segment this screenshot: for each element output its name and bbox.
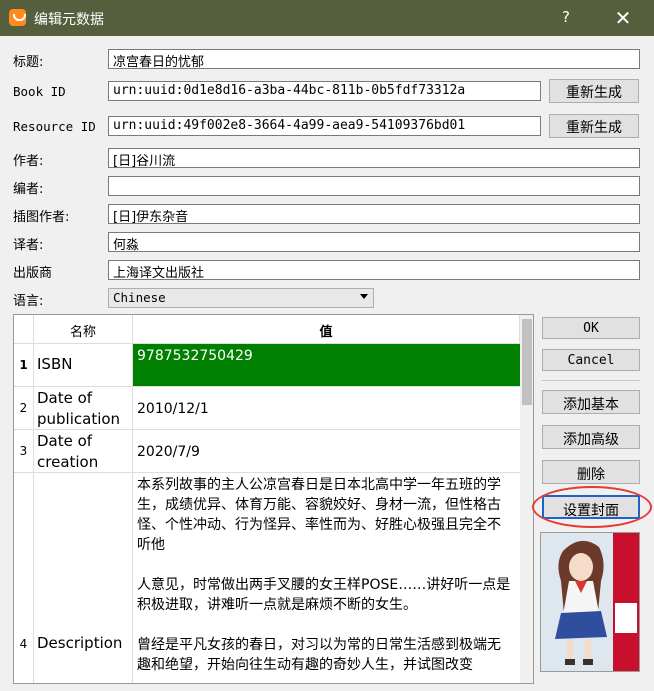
scrollbar-thumb[interactable] <box>522 319 532 405</box>
language-label: 语言: <box>13 294 44 309</box>
language-value: Chinese <box>113 290 166 305</box>
metadata-table[interactable]: 名称 值 1 ISBN 9787532750429 2 Date of publ… <box>13 314 534 684</box>
column-header-name[interactable]: 名称 <box>34 315 133 344</box>
add-basic-button[interactable]: 添加基本 <box>542 390 640 414</box>
row-number: 2 <box>14 387 34 429</box>
title-bar: 编辑元数据 ? ✕ <box>0 0 654 36</box>
row-number: 4 <box>14 473 34 683</box>
cover-thumbnail <box>540 532 640 672</box>
chevron-down-icon <box>360 294 368 299</box>
row-name[interactable]: Date of creation <box>34 430 133 472</box>
table-row[interactable]: 1 ISBN 9787532750429 <box>14 344 520 387</box>
description-paragraph: 曾经是平凡女孩的春日，对习以为常的日常生活感到极端无趣和绝望，开始向往生动有趣的… <box>137 637 501 673</box>
table-row[interactable]: 2 Date of publication 2010/12/1 <box>14 387 520 430</box>
column-header-value[interactable]: 值 <box>133 315 520 344</box>
publisher-label: 出版商 <box>13 266 53 281</box>
description-paragraph: 人意见，时常做出两手叉腰的女王样POSE……讲好听一点是积极进取，讲难听一点就是… <box>137 577 511 613</box>
illustrator-field[interactable]: [日]伊东杂音 <box>108 204 640 224</box>
help-button[interactable]: ? <box>556 8 576 26</box>
row-name[interactable]: ISBN <box>34 344 133 386</box>
cancel-button[interactable]: Cancel <box>542 349 640 371</box>
language-select[interactable]: Chinese <box>108 288 374 308</box>
translator-field[interactable]: 何淼 <box>108 232 640 252</box>
resource-id-field[interactable]: urn:uuid:49f002e8-3664-4a99-aea9-5410937… <box>108 116 541 136</box>
table-header: 名称 值 <box>14 315 520 344</box>
row-value[interactable]: 2010/12/1 <box>133 387 520 429</box>
add-advanced-button[interactable]: 添加高级 <box>542 425 640 449</box>
app-icon <box>9 9 26 26</box>
resource-id-label: Resource ID <box>13 119 96 134</box>
row-value[interactable]: 本系列故事的主人公凉宫春日是日本北高中学一年五班的学生，成绩优异、体育万能、容貌… <box>133 473 520 683</box>
table-row[interactable]: 3 Date of creation 2020/7/9 <box>14 430 520 473</box>
regenerate-resource-id-button[interactable]: 重新生成 <box>549 114 639 138</box>
translator-label: 译者: <box>13 238 44 253</box>
illustrator-label: 插图作者: <box>13 210 70 225</box>
author-label: 作者: <box>13 154 44 169</box>
row-number: 3 <box>14 430 34 472</box>
row-name[interactable]: Date of publication <box>34 387 133 429</box>
editor-label: 编者: <box>13 182 44 197</box>
title-label: 标题: <box>13 55 44 70</box>
title-field[interactable]: 凉宫春日的忧郁 <box>108 49 640 69</box>
header-corner <box>14 315 34 344</box>
delete-button[interactable]: 删除 <box>542 460 640 484</box>
row-value[interactable]: 9787532750429 <box>133 344 520 386</box>
divider <box>542 380 640 381</box>
table-scrollbar[interactable] <box>520 315 533 683</box>
book-id-field[interactable]: urn:uuid:0d1e8d16-a3ba-44bc-811b-0b5fdf7… <box>108 81 541 101</box>
row-value[interactable]: 2020/7/9 <box>133 430 520 472</box>
highlight-ring <box>532 486 652 528</box>
table-row[interactable]: 4 Description 本系列故事的主人公凉宫春日是日本北高中学一年五班的学… <box>14 473 520 683</box>
description-paragraph: 本系列故事的主人公凉宫春日是日本北高中学一年五班的学生，成绩优异、体育万能、容貌… <box>137 477 501 553</box>
editor-field[interactable] <box>108 176 640 196</box>
ok-button[interactable]: OK <box>542 317 640 339</box>
author-field[interactable]: [日]谷川流 <box>108 148 640 168</box>
cover-illustration <box>541 533 639 671</box>
regenerate-book-id-button[interactable]: 重新生成 <box>549 79 639 103</box>
window-title: 编辑元数据 <box>34 12 104 28</box>
row-number: 1 <box>14 344 34 386</box>
close-button[interactable]: ✕ <box>612 6 634 30</box>
row-name[interactable]: Description <box>34 473 133 683</box>
book-id-label: Book ID <box>13 84 66 99</box>
publisher-field[interactable]: 上海译文出版社 <box>108 260 640 280</box>
